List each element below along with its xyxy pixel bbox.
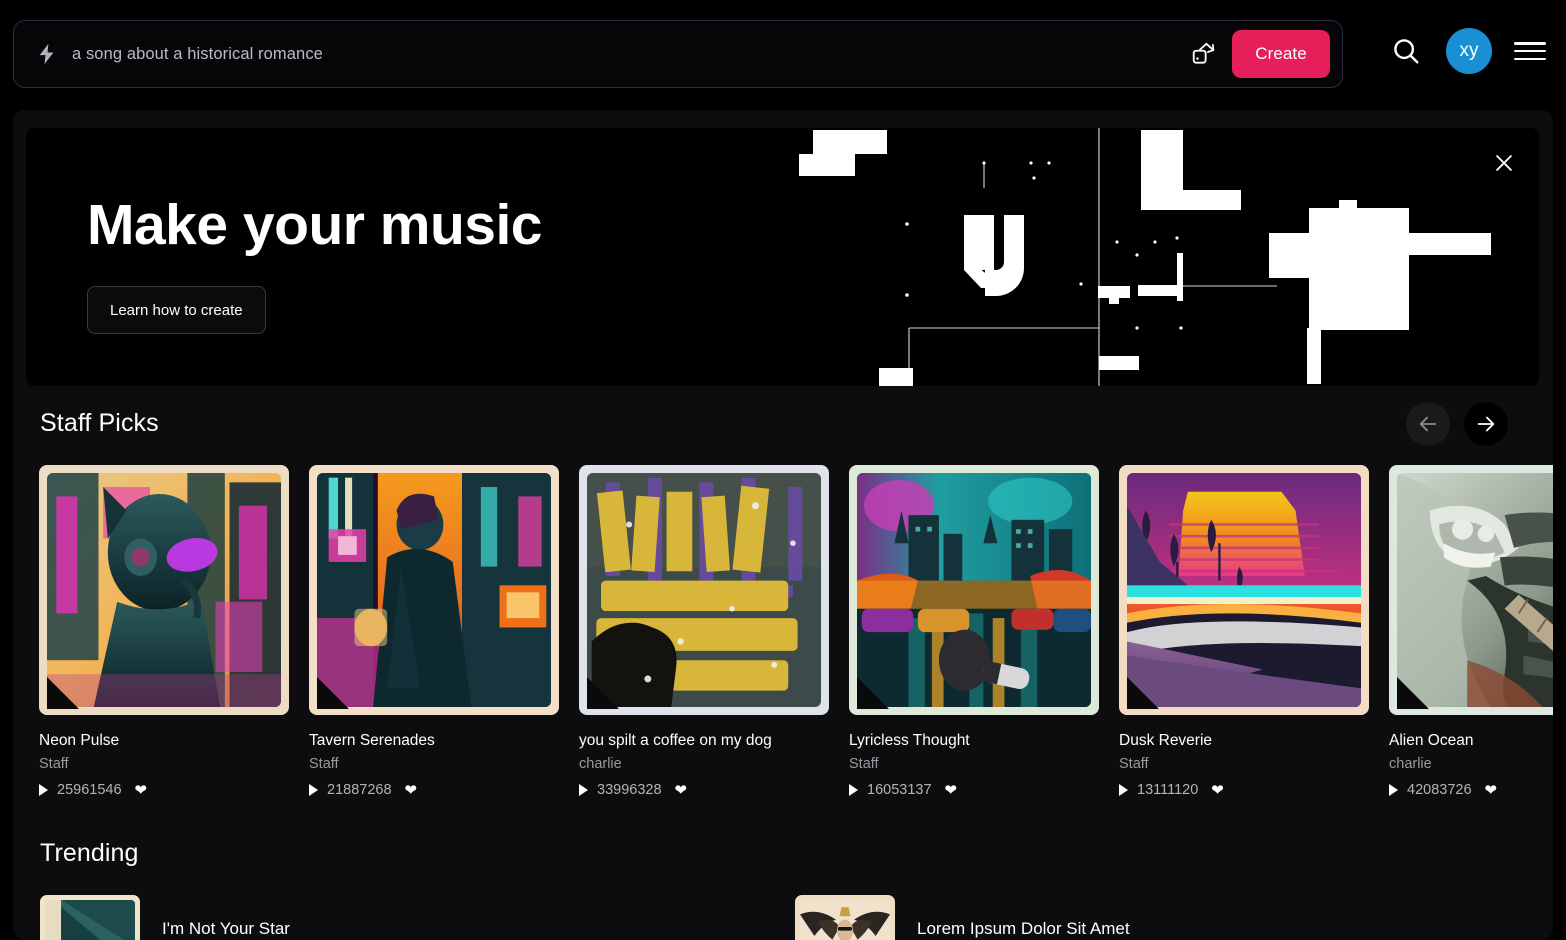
heart-icon[interactable]: ❤	[1485, 781, 1498, 799]
song-artist: charlie	[579, 756, 622, 772]
album-art[interactable]	[39, 465, 289, 715]
song-card[interactable]: Tavern Serenades Staff 21887268 ❤	[309, 465, 559, 805]
play-count: 13111120	[1137, 782, 1199, 798]
learn-how-to-create-button[interactable]: Learn how to create	[87, 286, 266, 334]
song-card[interactable]: you spilt a coffee on my dog charlie 339…	[579, 465, 829, 805]
album-art-image	[1127, 473, 1361, 707]
song-title: Alien Ocean	[1389, 732, 1474, 749]
play-count: 42083726	[1407, 782, 1472, 798]
song-stats: 21887268 ❤	[309, 781, 559, 799]
heart-icon[interactable]: ❤	[405, 781, 418, 799]
song-artist: Staff	[1119, 756, 1149, 772]
song-stats: 42083726 ❤	[1389, 781, 1553, 799]
arrow-left-icon	[1419, 416, 1437, 432]
play-count: 21887268	[327, 782, 392, 798]
album-art-image	[1397, 473, 1553, 707]
song-title: Neon Pulse	[39, 732, 120, 749]
lightning-bolt-icon	[39, 43, 54, 65]
trending-header: Trending	[40, 830, 139, 876]
album-art[interactable]	[1389, 465, 1553, 715]
album-art-image	[587, 473, 821, 707]
song-title: Dusk Reverie	[1119, 732, 1213, 749]
app-header: Create xy	[0, 0, 1566, 108]
song-stats: 33996328 ❤	[579, 781, 829, 799]
heart-icon[interactable]: ❤	[135, 781, 148, 799]
album-art-image	[857, 473, 1091, 707]
hamburger-menu-icon[interactable]	[1514, 38, 1546, 64]
song-card[interactable]: Dusk Reverie Staff 13111120 ❤	[1119, 465, 1369, 805]
dice-shuffle-icon	[1192, 42, 1215, 64]
song-title: Lyricless Thought	[849, 732, 970, 749]
promo-banner: Make your music Learn how to create	[26, 128, 1539, 386]
trending-item[interactable]: I'm Not Your Star	[40, 895, 795, 940]
heart-icon[interactable]: ❤	[675, 781, 688, 799]
content-sheet: Make your music Learn how to create Staf…	[13, 110, 1553, 940]
avatar[interactable]: xy	[1446, 28, 1492, 74]
play-icon	[1119, 784, 1128, 796]
album-art[interactable]	[1119, 465, 1369, 715]
search-icon	[1394, 39, 1419, 64]
play-icon	[579, 784, 588, 796]
play-count: 25961546	[57, 782, 122, 798]
staff-picks-card-row: Neon Pulse Staff 25961546 ❤ Tavern Seren…	[39, 465, 1553, 805]
play-icon	[1389, 784, 1398, 796]
song-stats: 25961546 ❤	[39, 781, 289, 799]
song-title: Tavern Serenades	[309, 732, 435, 749]
close-icon	[1496, 155, 1512, 171]
song-title: you spilt a coffee on my dog	[579, 732, 772, 749]
staff-picks-header: Staff Picks	[40, 400, 159, 446]
trending-thumbnail-image	[45, 900, 135, 940]
play-icon	[849, 784, 858, 796]
song-card[interactable]: Alien Ocean charlie 42083726 ❤	[1389, 465, 1553, 805]
song-stats: 16053137 ❤	[849, 781, 1099, 799]
trending-thumbnail-image	[800, 900, 890, 940]
staff-picks-carousel-nav	[1406, 402, 1508, 446]
arrow-right-icon	[1477, 416, 1495, 432]
song-artist: Staff	[849, 756, 879, 772]
song-artist: Staff	[309, 756, 339, 772]
album-art-image	[47, 473, 281, 707]
create-button[interactable]: Create	[1232, 30, 1330, 78]
album-art[interactable]	[309, 465, 559, 715]
search-button[interactable]	[1388, 33, 1424, 69]
section-title-trending: Trending	[40, 838, 139, 867]
trending-title: I'm Not Your Star	[162, 919, 290, 938]
play-count: 16053137	[867, 782, 932, 798]
trending-row: I'm Not Your Star Lorem Ipsum Dolor Sit …	[40, 895, 1550, 940]
song-card[interactable]: Lyricless Thought Staff 16053137 ❤	[849, 465, 1099, 805]
song-artist: Staff	[39, 756, 69, 772]
album-art[interactable]	[579, 465, 829, 715]
album-art-image	[317, 473, 551, 707]
banner-abstract-graphic	[799, 128, 1491, 386]
header-actions: xy	[1388, 28, 1546, 74]
play-count: 33996328	[597, 782, 662, 798]
section-title-staff-picks: Staff Picks	[40, 408, 159, 437]
trending-thumbnail[interactable]	[795, 895, 895, 940]
carousel-next-button[interactable]	[1464, 402, 1508, 446]
heart-icon[interactable]: ❤	[945, 781, 958, 799]
song-artist: charlie	[1389, 756, 1432, 772]
trending-title: Lorem Ipsum Dolor Sit Amet	[917, 919, 1130, 938]
carousel-prev-button[interactable]	[1406, 402, 1450, 446]
trending-thumbnail[interactable]	[40, 895, 140, 940]
album-art[interactable]	[849, 465, 1099, 715]
song-card[interactable]: Neon Pulse Staff 25961546 ❤	[39, 465, 289, 805]
banner-title: Make your music	[87, 193, 543, 257]
play-icon	[39, 784, 48, 796]
banner-close-button[interactable]	[1487, 146, 1521, 180]
heart-icon[interactable]: ❤	[1211, 781, 1224, 799]
dice-shuffle-button[interactable]	[1182, 32, 1226, 76]
song-stats: 13111120 ❤	[1119, 781, 1369, 799]
play-icon	[309, 784, 318, 796]
prompt-input[interactable]	[72, 32, 1182, 76]
trending-item[interactable]: Lorem Ipsum Dolor Sit Amet	[795, 895, 1550, 940]
prompt-bar[interactable]: Create	[13, 20, 1343, 88]
